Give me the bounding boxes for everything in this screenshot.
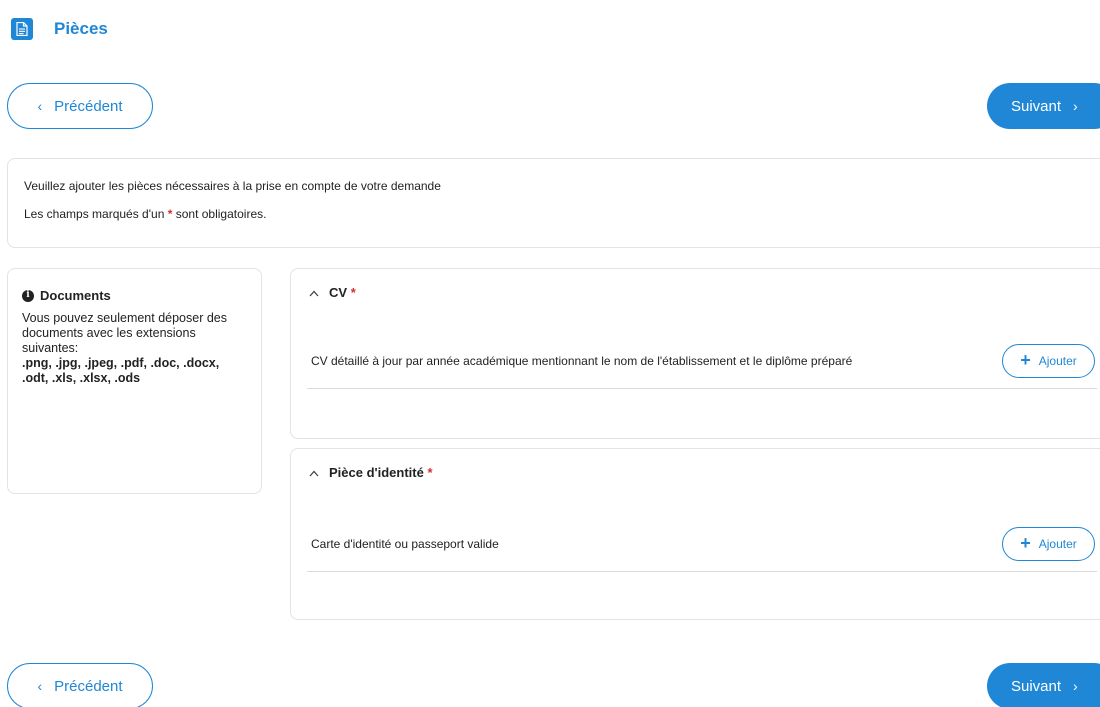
next-label: Suivant — [1011, 677, 1062, 695]
plus-icon: + — [1020, 349, 1031, 370]
next-label: Suivant — [1011, 97, 1062, 115]
add-identity-button[interactable]: + Ajouter — [1002, 526, 1095, 561]
chevron-left-icon: ‹ — [37, 98, 43, 114]
chevron-right-icon: › — [1073, 98, 1078, 114]
documents-info-panel: i Documents Vous pouvez seulement dépose… — [7, 268, 262, 494]
section-cv: CV * CV détaillé à jour par année académ… — [290, 268, 1100, 439]
upload-row-identity: Carte d'identité ou passeport valide + A… — [307, 516, 1097, 572]
upload-description: CV détaillé à jour par année académique … — [311, 353, 853, 368]
chevron-left-icon: ‹ — [37, 678, 43, 694]
section-header-identity[interactable]: Pièce d'identité * — [309, 465, 433, 480]
add-label: Ajouter — [1038, 353, 1077, 368]
documents-description: Vous pouvez seulement déposer des docume… — [22, 311, 227, 355]
next-button-top[interactable]: Suivant › — [987, 83, 1100, 129]
documents-title-text: Documents — [40, 288, 111, 303]
document-icon — [11, 18, 33, 40]
section-title: Pièce d'identité — [329, 465, 424, 480]
required-asterisk: * — [167, 207, 173, 221]
instructions-line: Veuillez ajouter les pièces nécessaires … — [24, 179, 441, 193]
plus-icon: + — [1020, 532, 1031, 553]
required-note-text: Les champs marqués d'un — [24, 207, 165, 221]
instructions-box: Veuillez ajouter les pièces nécessaires … — [7, 158, 1100, 248]
chevron-up-icon — [309, 286, 319, 300]
previous-label: Précédent — [54, 677, 123, 695]
documents-title: i Documents — [22, 288, 247, 303]
previous-button-bottom[interactable]: ‹ Précédent — [7, 663, 153, 707]
previous-button-top[interactable]: ‹ Précédent — [7, 83, 153, 129]
page-title: Pièces — [54, 19, 108, 38]
upload-row-cv: CV détaillé à jour par année académique … — [307, 333, 1097, 389]
info-icon: i — [22, 289, 34, 302]
required-asterisk: * — [427, 465, 433, 480]
section-header-cv[interactable]: CV * — [309, 285, 356, 300]
section-identity: Pièce d'identité * Carte d'identité ou p… — [290, 448, 1100, 620]
section-title: CV — [329, 285, 348, 300]
add-label: Ajouter — [1038, 536, 1077, 551]
upload-description: Carte d'identité ou passeport valide — [311, 536, 499, 551]
required-fields-note: Les champs marqués d'un * sont obligatoi… — [24, 206, 1100, 222]
chevron-up-icon — [309, 466, 319, 480]
previous-label: Précédent — [54, 97, 123, 115]
add-cv-button[interactable]: + Ajouter — [1002, 343, 1095, 378]
chevron-right-icon: › — [1073, 678, 1078, 694]
page-header: Pièces — [11, 17, 108, 41]
required-asterisk: * — [350, 285, 356, 300]
required-note-text-end: sont obligatoires. — [175, 207, 267, 221]
next-button-bottom[interactable]: Suivant › — [987, 663, 1100, 707]
documents-extensions: .png, .jpg, .jpeg, .pdf, .doc, .docx, .o… — [22, 356, 220, 385]
